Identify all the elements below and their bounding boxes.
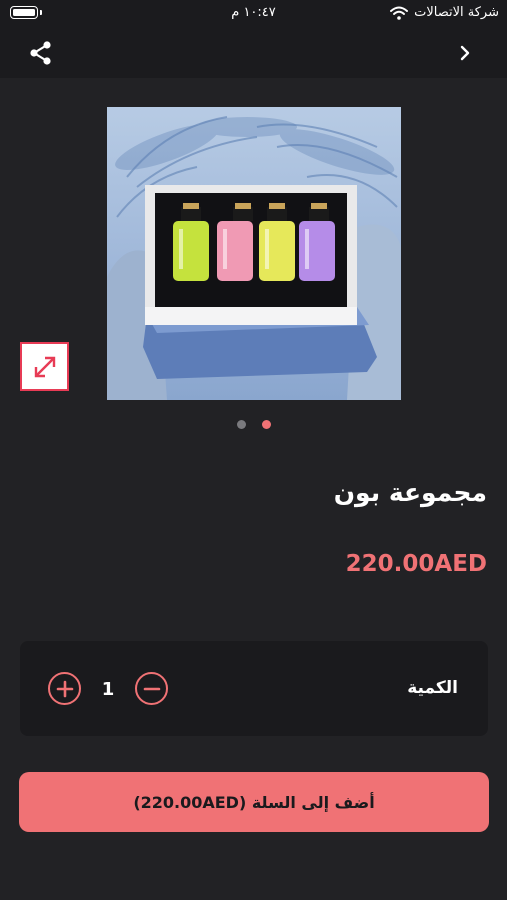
share-icon (30, 41, 51, 65)
navigation-bar (0, 30, 507, 78)
share-button[interactable] (26, 38, 56, 68)
expand-image-button[interactable] (20, 342, 69, 391)
quantity-decrease-button[interactable] (135, 672, 168, 705)
product-price: 220.00AED (345, 551, 487, 577)
product-title: مجموعة بون (333, 478, 487, 507)
perfume-set-illustration (107, 116, 401, 400)
chevron-right-icon (460, 45, 470, 61)
pager-dot[interactable] (261, 420, 271, 429)
expand-arrows-icon (34, 356, 55, 377)
pager-dot[interactable] (236, 420, 246, 429)
status-carrier-group: شركة الاتصالات (390, 5, 499, 20)
carrier-name: شركة الاتصالات (414, 5, 499, 20)
add-to-cart-label: أضف إلى السلة (220.00AED) (133, 792, 375, 812)
back-button[interactable] (453, 40, 477, 66)
image-pager (0, 420, 507, 430)
quantity-value: 1 (101, 679, 115, 700)
product-image[interactable] (107, 107, 401, 400)
quantity-label: الكمية (407, 678, 458, 698)
quantity-increase-button[interactable] (48, 672, 81, 705)
status-bar: ١٠:٤٧ م شركة الاتصالات (0, 0, 507, 30)
wifi-icon (390, 6, 409, 20)
minus-icon (143, 687, 160, 690)
add-to-cart-button[interactable]: أضف إلى السلة (220.00AED) (19, 772, 489, 832)
plus-icon (56, 680, 73, 697)
quantity-card: 1 الكمية (20, 641, 488, 736)
